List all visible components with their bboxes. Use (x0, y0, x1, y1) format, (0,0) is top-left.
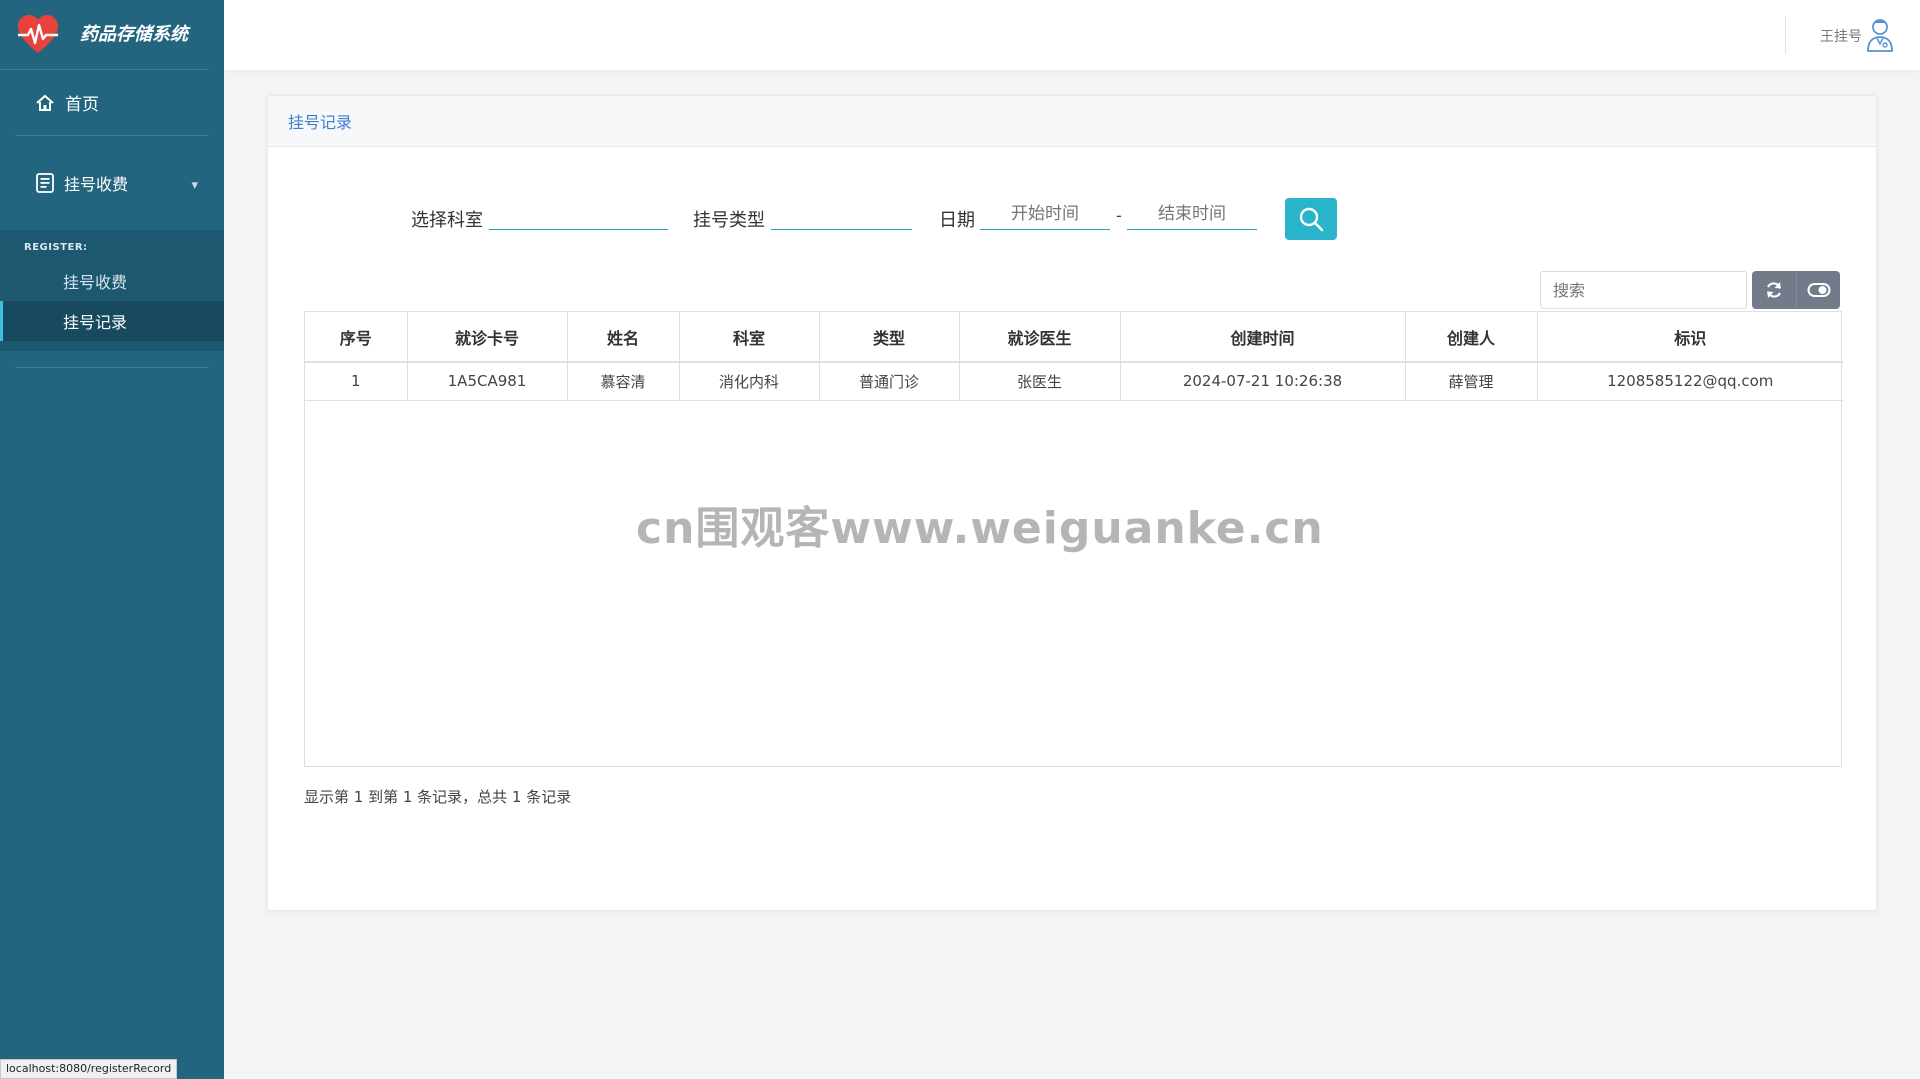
sidebar-item-register-record[interactable]: 挂号记录 (0, 301, 224, 341)
table-cell: 慕容清 (567, 362, 680, 401)
refresh-button[interactable] (1752, 271, 1796, 309)
column-header[interactable]: 创建时间 (1120, 312, 1406, 363)
column-header[interactable]: 序号 (305, 312, 408, 363)
end-date-input[interactable] (1127, 198, 1257, 230)
table-cell: 张医生 (959, 362, 1121, 401)
table-cell: 2024-07-21 10:26:38 (1120, 362, 1406, 401)
status-bar-url: localhost:8080/registerRecord (0, 1059, 178, 1079)
department-select[interactable] (489, 198, 668, 230)
sidebar-item-label: 挂号收费 (63, 273, 128, 292)
toggle-view-button[interactable] (1796, 271, 1840, 309)
sidebar-item-register-fee[interactable]: 挂号收费 (0, 261, 224, 301)
table-cell: 薛管理 (1405, 362, 1538, 401)
toggle-icon (1807, 283, 1830, 297)
sidebar-item-label: 首页 (65, 95, 99, 115)
table-toolbar (1540, 271, 1840, 309)
column-header[interactable]: 标识 (1537, 312, 1843, 363)
column-header[interactable]: 创建人 (1405, 312, 1538, 363)
submenu-header: REGISTER: (24, 242, 88, 253)
type-label: 挂号类型 (693, 210, 765, 231)
type-select[interactable] (771, 198, 912, 230)
refresh-icon (1766, 282, 1782, 298)
card-title: 挂号记录 (268, 96, 1876, 147)
heart-pulse-logo-icon (18, 14, 58, 53)
table-cell: 消化内科 (679, 362, 820, 401)
submenu: REGISTER: 挂号收费 挂号记录 (0, 230, 224, 351)
column-header[interactable]: 姓名 (567, 312, 680, 363)
date-label: 日期 (939, 210, 975, 231)
table-header-row: 序号 就诊卡号 姓名 科室 类型 就诊医生 创建时间 创建人 标识 (305, 312, 1843, 363)
sidebar-group-label: 挂号收费 (64, 175, 129, 194)
pagination-info: 显示第 1 到第 1 条记录，总共 1 条记录 (304, 788, 572, 806)
search-icon (1299, 207, 1324, 232)
topbar-divider (1785, 16, 1786, 54)
watermark-text: cn围观客www.weiguanke.cn (636, 503, 1324, 554)
date-separator: - (1116, 206, 1122, 225)
search-button[interactable] (1285, 198, 1337, 240)
sidebar-item-label: 挂号记录 (63, 313, 128, 332)
ticket-icon (36, 173, 54, 193)
table-cell: 普通门诊 (819, 362, 960, 401)
home-icon (36, 94, 54, 111)
table-cell: 1 (305, 362, 408, 401)
sidebar: 药品存储系统 首页 挂号收费 ▾ REGISTER: 挂号收费 挂号记录 (0, 0, 224, 1079)
column-header[interactable]: 就诊卡号 (407, 312, 568, 363)
doctor-avatar-icon[interactable] (1866, 17, 1894, 53)
table-row[interactable]: 1 1A5CA981 慕容清 消化内科 普通门诊 张医生 2024-07-21 … (305, 362, 1843, 401)
column-header[interactable]: 类型 (819, 312, 960, 363)
column-header[interactable]: 就诊医生 (959, 312, 1121, 363)
start-date-input[interactable] (980, 198, 1110, 230)
table-cell: 1A5CA981 (407, 362, 568, 401)
table-cell: 1208585122@qq.com (1537, 362, 1843, 401)
sidebar-group-registration[interactable]: 挂号收费 ▾ (0, 136, 224, 230)
filter-row: 选择科室 挂号类型 日期 - (268, 198, 1876, 240)
department-label: 选择科室 (411, 210, 483, 231)
table-search-input[interactable] (1540, 271, 1747, 309)
sidebar-item-home[interactable]: 首页 (15, 70, 209, 136)
brand: 药品存储系统 (0, 0, 209, 70)
column-header[interactable]: 科室 (679, 312, 820, 363)
toolbar-button-group (1752, 271, 1840, 309)
app-title: 药品存储系统 (80, 23, 188, 45)
sidebar-divider (15, 367, 209, 368)
user-name[interactable]: 王挂号 (1820, 26, 1862, 46)
topbar: 王挂号 (224, 0, 1920, 70)
chevron-down-icon: ▾ (191, 178, 198, 193)
